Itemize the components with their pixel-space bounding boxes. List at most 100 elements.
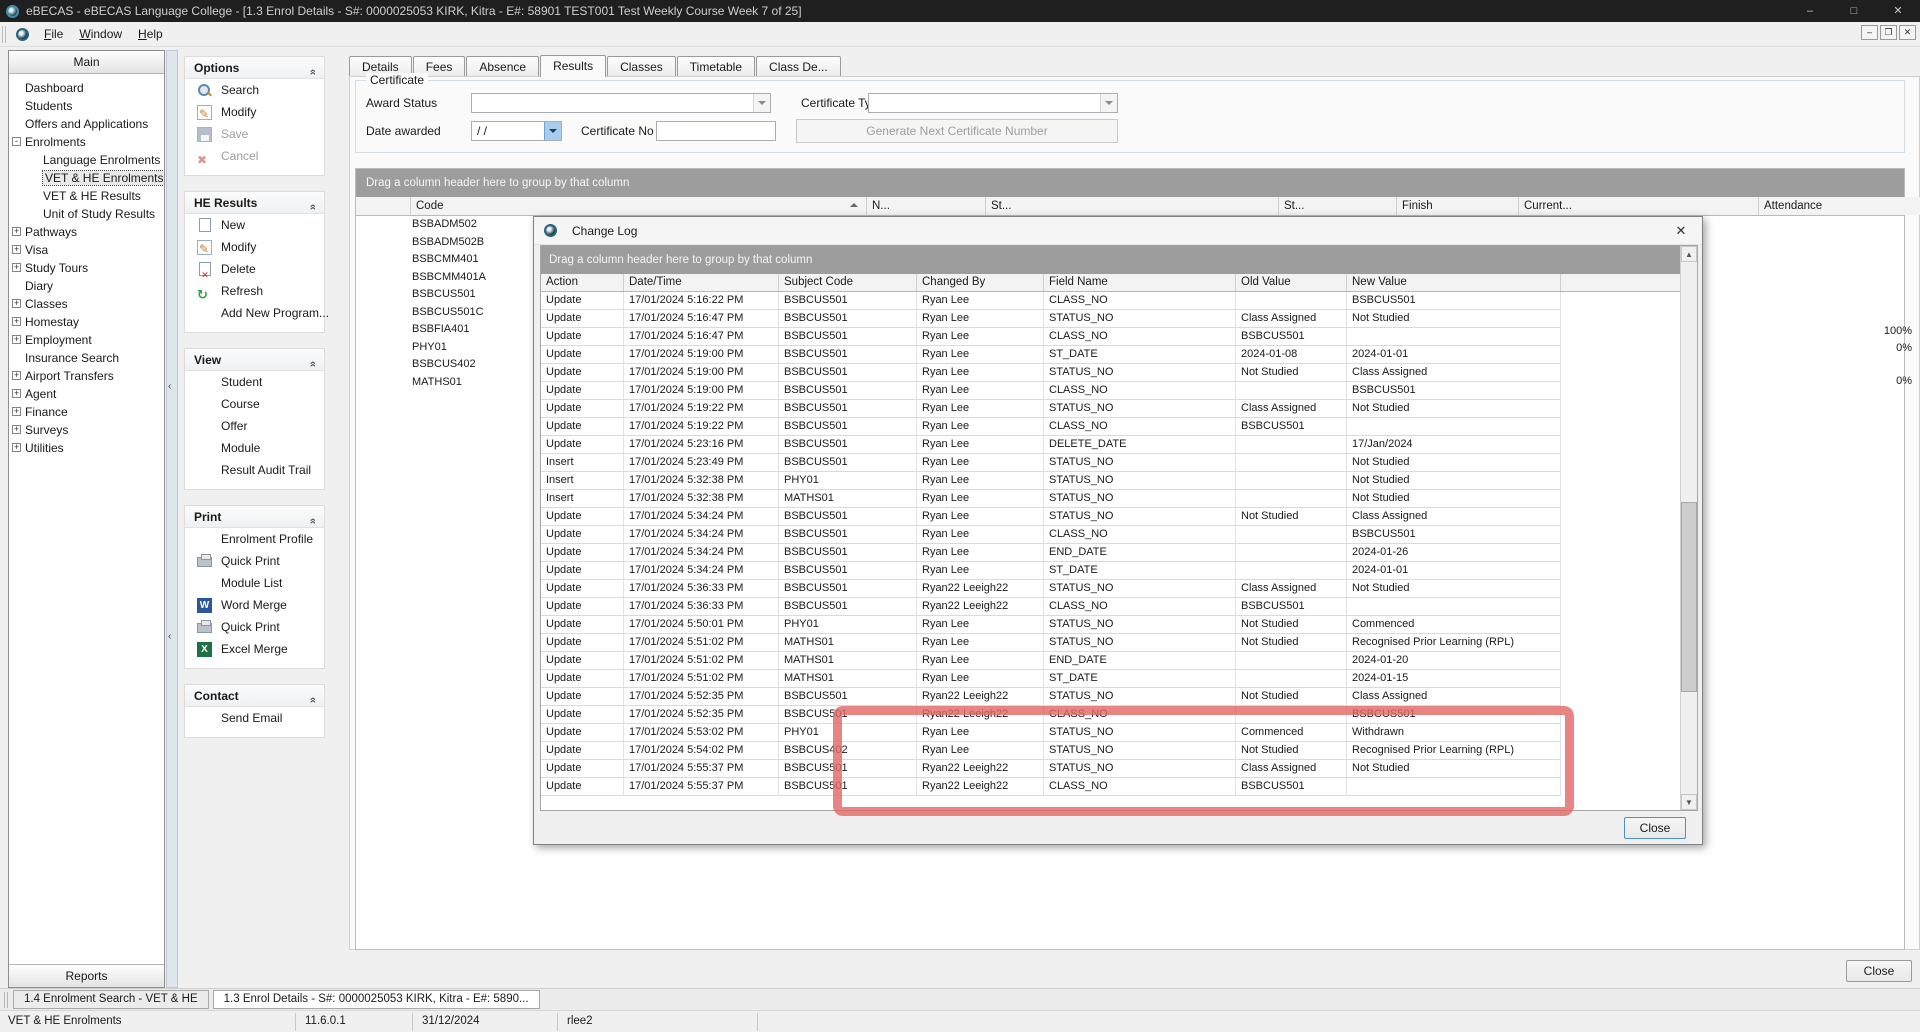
tab-absence[interactable]: Absence [466, 56, 539, 76]
sidebar-item-diary[interactable]: Diary [9, 277, 164, 295]
menu-item-window[interactable]: Window [71, 24, 130, 44]
dialog-scrollbar[interactable]: ▲ ▼ [1680, 246, 1697, 810]
dialog-close-button[interactable]: Close [1624, 817, 1686, 839]
tool-item-quick-print[interactable]: Quick Print [185, 550, 324, 572]
tool-item-module[interactable]: Module [185, 437, 324, 459]
collapse-chevron-icon[interactable]: » [302, 518, 324, 524]
tool-item-offer[interactable]: Offer [185, 415, 324, 437]
change-log-row[interactable]: Update17/01/2024 5:16:22 PMBSBCUS501Ryan… [541, 292, 1561, 310]
tool-item-refresh[interactable]: Refresh [185, 280, 324, 302]
tool-item-search[interactable]: Search [185, 79, 324, 101]
collapse-chevron-icon[interactable]: ‹ [168, 631, 171, 642]
change-log-row[interactable]: Update17/01/2024 5:19:00 PMBSBCUS501Ryan… [541, 364, 1561, 382]
tool-item-delete[interactable]: Delete [185, 258, 324, 280]
sidebar-footer-reports[interactable]: Reports [9, 964, 164, 987]
tab-timetable[interactable]: Timetable [677, 56, 755, 76]
change-log-row[interactable]: Update17/01/2024 5:34:24 PMBSBCUS501Ryan… [541, 544, 1561, 562]
sidebar-header-main[interactable]: Main [9, 51, 164, 74]
expand-icon[interactable]: + [12, 407, 21, 416]
tool-group-header[interactable]: Print» [185, 506, 324, 528]
sidebar-item-classes[interactable]: +Classes [9, 295, 164, 313]
tab-class-de-[interactable]: Class De... [756, 56, 841, 76]
change-log-row[interactable]: Update17/01/2024 5:51:02 PMMATHS01Ryan L… [541, 634, 1561, 652]
sidebar-item-vet-he-enrolments[interactable]: VET & HE Enrolments [9, 169, 164, 187]
tool-item-new[interactable]: New [185, 214, 324, 236]
column-header-current-[interactable]: Current... [1519, 197, 1759, 215]
expand-icon[interactable]: + [12, 443, 21, 452]
chevron-down-icon[interactable] [544, 122, 561, 140]
document-tab[interactable]: 1.3 Enrol Details - S#: 0000025053 KIRK,… [213, 990, 540, 1009]
dialog-column-header-field-name[interactable]: Field Name [1044, 274, 1236, 291]
column-header-code[interactable]: Code [411, 197, 867, 215]
column-header-st-[interactable]: St... [1279, 197, 1397, 215]
expand-icon[interactable]: + [12, 245, 21, 254]
mdi-minimize-icon[interactable]: – [1861, 25, 1878, 40]
change-log-row[interactable]: Insert17/01/2024 5:23:49 PMBSBCUS501Ryan… [541, 454, 1561, 472]
column-header-st-[interactable]: St... [986, 197, 1279, 215]
main-close-button[interactable]: Close [1846, 960, 1912, 982]
chevron-down-icon[interactable] [753, 94, 770, 112]
change-log-row[interactable]: Update17/01/2024 5:19:22 PMBSBCUS501Ryan… [541, 418, 1561, 436]
tool-item-result-audit-trail[interactable]: Result Audit Trail [185, 459, 324, 481]
dialog-column-header-action[interactable]: Action [541, 274, 624, 291]
dialog-column-header-new-value[interactable]: New Value [1347, 274, 1561, 291]
close-icon[interactable]: ✕ [1876, 0, 1920, 22]
sidebar-item-unit-of-study-results[interactable]: Unit of Study Results [9, 205, 164, 223]
sidebar-item-language-enrolments[interactable]: Language Enrolments [9, 151, 164, 169]
change-log-row[interactable]: Update17/01/2024 5:19:00 PMBSBCUS501Ryan… [541, 382, 1561, 400]
tool-item-enrolment-profile[interactable]: Enrolment Profile [185, 528, 324, 550]
expand-icon[interactable]: + [12, 389, 21, 398]
tool-group-header[interactable]: View» [185, 349, 324, 371]
expand-icon[interactable]: + [12, 371, 21, 380]
expand-icon[interactable]: + [12, 335, 21, 344]
sidebar-item-utilities[interactable]: +Utilities [9, 439, 164, 457]
expand-icon[interactable]: + [12, 317, 21, 326]
sidebar-item-study-tours[interactable]: +Study Tours [9, 259, 164, 277]
collapse-icon[interactable]: - [12, 137, 21, 146]
collapse-chevron-icon[interactable]: » [302, 69, 324, 75]
dialog-close-icon[interactable]: ✕ [1672, 222, 1690, 240]
column-header-n-[interactable]: N... [867, 197, 986, 215]
menu-item-file[interactable]: File [36, 24, 71, 44]
sidebar-item-employment[interactable]: +Employment [9, 331, 164, 349]
tool-item-course[interactable]: Course [185, 393, 324, 415]
expand-icon[interactable]: + [12, 227, 21, 236]
sidebar-item-dashboard[interactable]: Dashboard [9, 79, 164, 97]
tool-item-modify[interactable]: Modify [185, 101, 324, 123]
sidebar-item-surveys[interactable]: +Surveys [9, 421, 164, 439]
change-log-row[interactable]: Update17/01/2024 5:52:35 PMBSBCUS501Ryan… [541, 688, 1561, 706]
change-log-row[interactable]: Update17/01/2024 5:16:47 PMBSBCUS501Ryan… [541, 328, 1561, 346]
tool-group-header[interactable]: Contact» [185, 685, 324, 707]
sidebar-item-enrolments[interactable]: -Enrolments [9, 133, 164, 151]
change-log-row[interactable]: Update17/01/2024 5:34:24 PMBSBCUS501Ryan… [541, 508, 1561, 526]
tool-item-word-merge[interactable]: WWord Merge [185, 594, 324, 616]
collapse-chevron-icon[interactable]: ‹ [168, 381, 171, 392]
tab-classes[interactable]: Classes [607, 56, 676, 76]
scroll-down-icon[interactable]: ▼ [1681, 794, 1697, 810]
sidebar-item-insurance-search[interactable]: Insurance Search [9, 349, 164, 367]
sidebar-item-vet-he-results[interactable]: VET & HE Results [9, 187, 164, 205]
expand-icon[interactable]: + [12, 425, 21, 434]
column-header-finish[interactable]: Finish [1397, 197, 1519, 215]
tool-item-module-list[interactable]: Module List [185, 572, 324, 594]
change-log-row[interactable]: Update17/01/2024 5:34:24 PMBSBCUS501Ryan… [541, 526, 1561, 544]
document-tab[interactable]: 1.4 Enrolment Search - VET & HE [13, 990, 209, 1009]
sidebar-item-students[interactable]: Students [9, 97, 164, 115]
tab-results[interactable]: Results [540, 55, 606, 77]
mdi-close-icon[interactable]: ✕ [1899, 25, 1916, 40]
tool-item-excel-merge[interactable]: XExcel Merge [185, 638, 324, 660]
dialog-titlebar[interactable]: Change Log ✕ [534, 217, 1702, 245]
dialog-column-header-subject-code[interactable]: Subject Code [779, 274, 917, 291]
sidebar-item-agent[interactable]: +Agent [9, 385, 164, 403]
column-header-indicator[interactable] [356, 197, 411, 215]
change-log-row[interactable]: Insert17/01/2024 5:32:38 PMPHY01Ryan Lee… [541, 472, 1561, 490]
change-log-row[interactable]: Update17/01/2024 5:34:24 PMBSBCUS501Ryan… [541, 562, 1561, 580]
tool-group-header[interactable]: Options» [185, 57, 324, 79]
tool-item-student[interactable]: Student [185, 371, 324, 393]
tool-item-send-email[interactable]: Send Email [185, 707, 324, 729]
change-log-row[interactable]: Update17/01/2024 5:19:00 PMBSBCUS501Ryan… [541, 346, 1561, 364]
change-log-row[interactable]: Update17/01/2024 5:16:47 PMBSBCUS501Ryan… [541, 310, 1561, 328]
tool-group-header[interactable]: HE Results» [185, 192, 324, 214]
chevron-down-icon[interactable] [1100, 94, 1117, 112]
scroll-up-icon[interactable]: ▲ [1681, 246, 1697, 262]
